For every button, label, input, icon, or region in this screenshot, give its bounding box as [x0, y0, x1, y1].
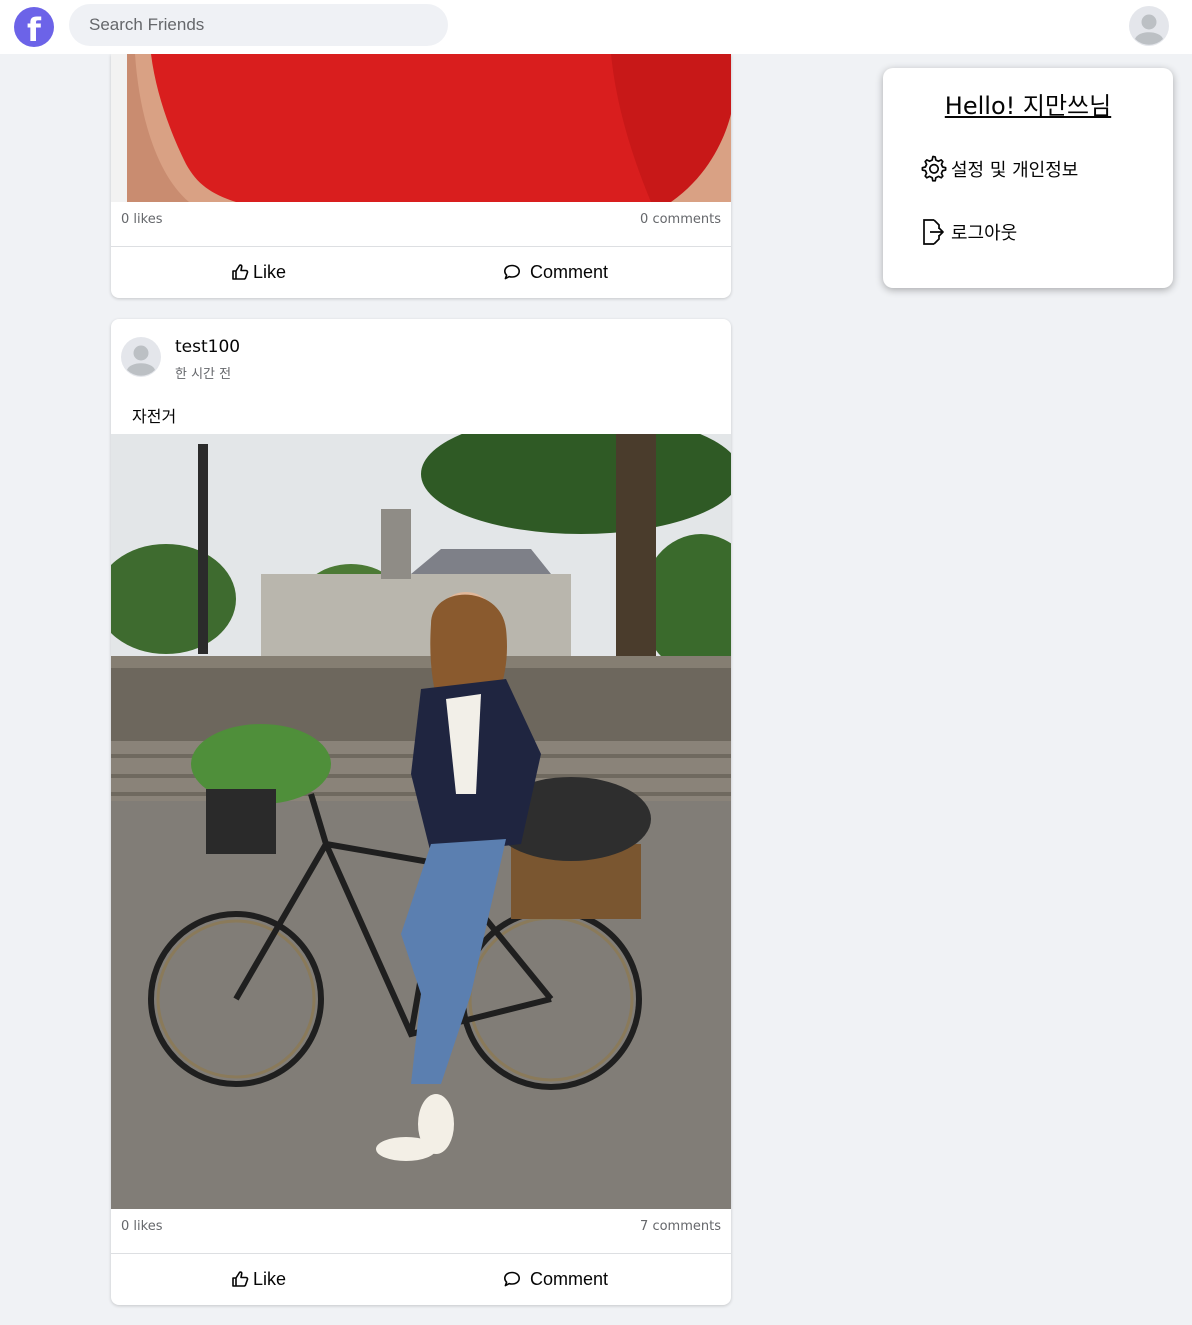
gear-icon [921, 155, 947, 182]
post-image[interactable] [111, 434, 731, 1209]
author-avatar[interactable] [121, 337, 161, 377]
comment-label: Comment [530, 262, 609, 282]
comment-label: Comment [530, 1269, 609, 1289]
comment-button[interactable]: Comment [421, 247, 731, 298]
post-stats: 0 likes 0 comments [111, 202, 731, 238]
greeting-heading[interactable]: Hello! 지만쓰님 [883, 86, 1173, 121]
account-avatar[interactable] [1129, 6, 1169, 46]
post-image[interactable] [111, 54, 731, 202]
settings-privacy-label: 설정 및 개인정보 [951, 160, 1079, 181]
like-label: Like [253, 1269, 287, 1289]
logout-menu-item[interactable]: 로그아웃 [919, 215, 1149, 249]
logout-label: 로그아웃 [951, 223, 1018, 244]
comment-icon [504, 264, 520, 280]
post-actions: Like Comment [111, 246, 731, 298]
post-card: test100 한 시간 전 자전거 0 likes 7 comments Li… [111, 319, 731, 1305]
thumbs-up-icon [232, 1271, 249, 1287]
comments-count[interactable]: 7 comments [640, 1219, 721, 1234]
logout-icon [923, 219, 944, 245]
like-button[interactable]: Like [111, 1254, 421, 1305]
like-label: Like [253, 262, 287, 282]
like-button[interactable]: Like [111, 247, 421, 298]
comment-icon [504, 1271, 520, 1287]
post-timestamp[interactable]: 한 시간 전 [175, 363, 231, 382]
thumbs-up-icon [232, 264, 249, 280]
facebook-logo[interactable]: f [14, 7, 54, 49]
comments-count[interactable]: 0 comments [640, 212, 721, 227]
post-card: 0 likes 0 comments Like Comment [111, 54, 731, 298]
post-text: 자전거 [132, 407, 177, 426]
post-actions: Like Comment [111, 1253, 731, 1305]
likes-count[interactable]: 0 likes [121, 212, 162, 227]
author-name[interactable]: test100 [175, 337, 240, 357]
logo-letter: f [27, 11, 41, 49]
settings-privacy-menu-item[interactable]: 설정 및 개인정보 [919, 152, 1149, 186]
account-dropdown: Hello! 지만쓰님 설정 및 개인정보 로그아웃 [883, 68, 1173, 288]
likes-count[interactable]: 0 likes [121, 1219, 162, 1234]
comment-button[interactable]: Comment [421, 1254, 731, 1305]
search-input[interactable] [69, 4, 448, 46]
post-stats: 0 likes 7 comments [111, 1209, 731, 1245]
top-navigation-bar: f [0, 0, 1192, 54]
